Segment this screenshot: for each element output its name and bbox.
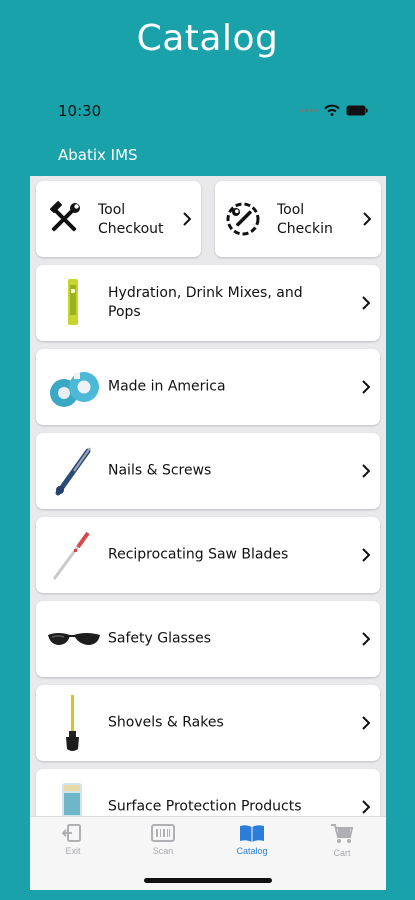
category-label: Safety Glasses bbox=[108, 630, 212, 647]
category-label: Hydration, Drink Mixes, and Pops bbox=[108, 285, 303, 320]
tool-actions-row: Tool Checkout Tool Checkin bbox=[36, 181, 382, 257]
chevron-right-icon bbox=[362, 632, 370, 646]
tab-scan[interactable]: Scan bbox=[133, 823, 193, 867]
tape-rolls-image bbox=[50, 372, 99, 407]
category-label: Made in America bbox=[108, 378, 226, 395]
chevron-right-icon bbox=[183, 212, 191, 226]
chevron-right-icon bbox=[363, 212, 371, 226]
status-icons bbox=[300, 104, 368, 116]
category-item-made-in-america[interactable]: Made in America bbox=[36, 349, 380, 425]
drink-mix-stick-image bbox=[68, 279, 78, 325]
tab-cart-label: Cart bbox=[333, 848, 351, 858]
chevron-right-icon bbox=[362, 716, 370, 730]
book-icon bbox=[240, 825, 264, 842]
barcode-icon bbox=[151, 824, 175, 842]
sunglasses-image bbox=[48, 633, 100, 645]
category-item-nails-screws[interactable]: Nails & Screws bbox=[36, 433, 380, 509]
screwdriver-image bbox=[55, 447, 91, 496]
app-header-title: Abatix IMS bbox=[58, 146, 138, 164]
home-indicator bbox=[144, 878, 272, 883]
status-bar: 10:30 bbox=[30, 96, 386, 124]
tab-exit[interactable]: Exit bbox=[43, 823, 103, 867]
category-item-saw-blades[interactable]: Reciprocating Saw Blades bbox=[36, 517, 380, 593]
tool-checkin-label: Tool Checkin bbox=[277, 202, 333, 237]
shovel-image bbox=[66, 695, 79, 751]
signal-icon bbox=[300, 108, 318, 112]
chevron-right-icon bbox=[362, 296, 370, 310]
status-time: 10:30 bbox=[58, 102, 102, 120]
category-item-safety-glasses[interactable]: Safety Glasses bbox=[36, 601, 380, 677]
tab-catalog-label: Catalog bbox=[236, 846, 268, 856]
saw-blade-image bbox=[52, 531, 90, 580]
tool-checkout-button[interactable]: Tool Checkout bbox=[36, 181, 201, 257]
tool-checkout-label: Tool Checkout bbox=[98, 202, 164, 237]
hammer-wrench-icon bbox=[50, 201, 80, 232]
category-label: Nails & Screws bbox=[108, 462, 212, 479]
chevron-right-icon bbox=[362, 548, 370, 562]
chevron-right-icon bbox=[362, 464, 370, 478]
cart-icon bbox=[331, 824, 354, 843]
tab-exit-label: Exit bbox=[65, 846, 81, 856]
app-screen: Catalog 10:30 Abatix IMS Tool Checkout T… bbox=[0, 0, 415, 900]
chevron-right-icon bbox=[362, 800, 370, 814]
chevron-right-icon bbox=[362, 380, 370, 394]
tab-cart[interactable]: Cart bbox=[312, 823, 372, 867]
tab-scan-label: Scan bbox=[152, 846, 174, 856]
catalog-content: Tool Checkout Tool Checkin Hydration, Dr… bbox=[30, 176, 386, 890]
category-item-shovels-rakes[interactable]: Shovels & Rakes bbox=[36, 685, 380, 761]
category-item-hydration[interactable]: Hydration, Drink Mixes, and Pops bbox=[36, 265, 380, 341]
exit-icon bbox=[62, 824, 81, 842]
category-label: Reciprocating Saw Blades bbox=[108, 546, 289, 563]
wifi-icon bbox=[324, 104, 340, 116]
circle-wrench-icon bbox=[226, 202, 260, 236]
tool-checkin-button[interactable]: Tool Checkin bbox=[215, 181, 381, 257]
category-label: Surface Protection Products bbox=[108, 798, 302, 815]
promo-title: Catalog bbox=[136, 18, 279, 59]
tab-catalog[interactable]: Catalog bbox=[222, 823, 282, 867]
category-label: Shovels & Rakes bbox=[108, 714, 224, 731]
battery-icon bbox=[346, 105, 368, 115]
